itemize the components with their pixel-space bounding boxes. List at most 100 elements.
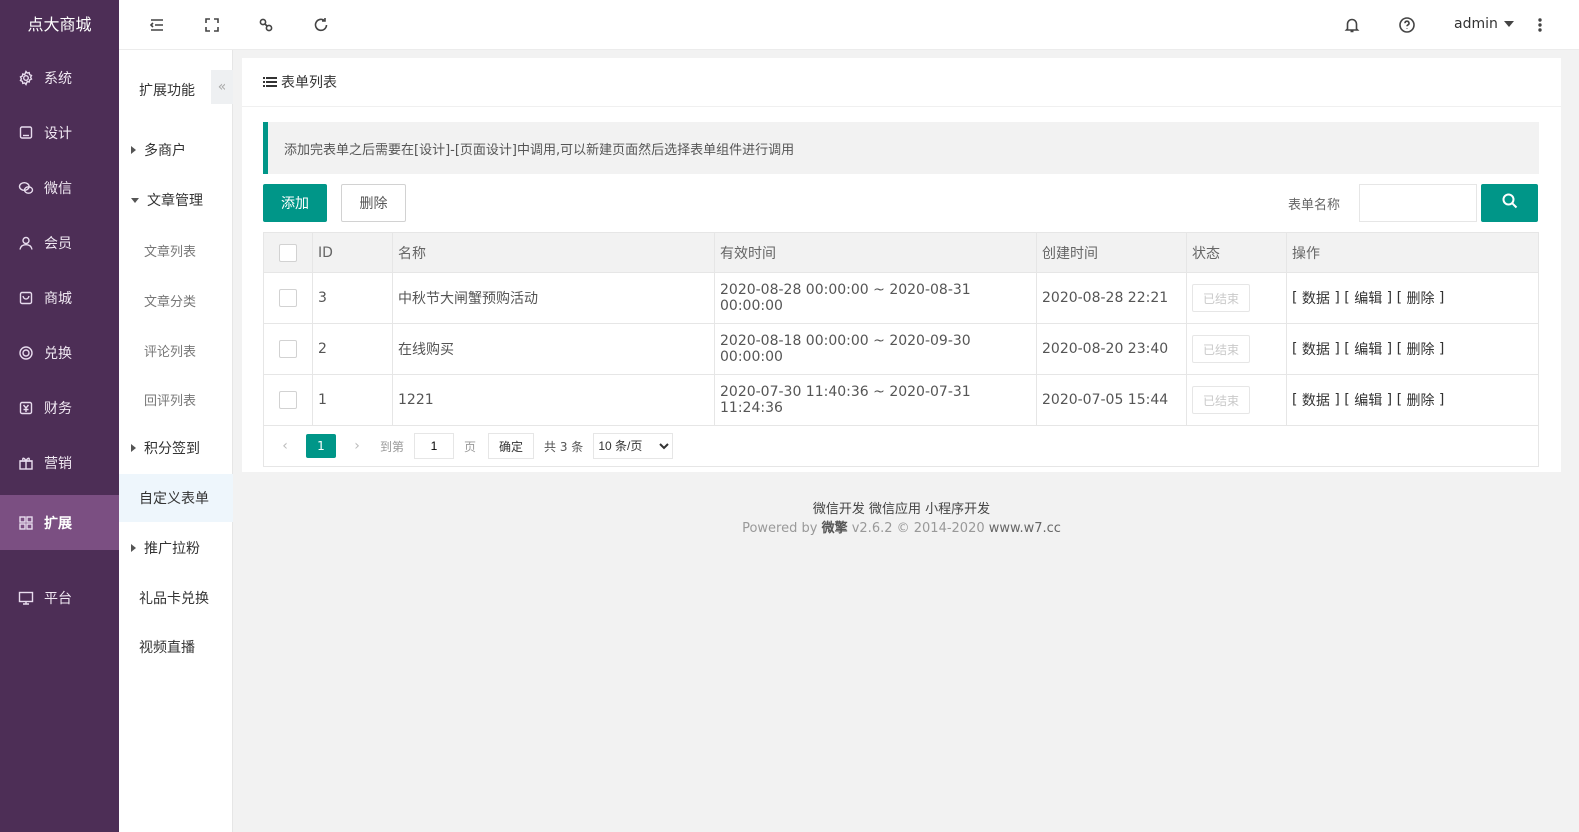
subnav-item-giftcard[interactable]: 礼品卡兑换 — [119, 574, 233, 622]
link-icon[interactable] — [256, 15, 276, 35]
column-header-created-time: 创建时间 — [1037, 233, 1187, 272]
row-checkbox-cell — [264, 375, 313, 425]
edit-link[interactable]: 编辑 — [1354, 288, 1382, 308]
sidebar-item-member[interactable]: 会员 — [0, 215, 119, 270]
subnav-group-signin[interactable]: 积分签到 — [119, 424, 233, 472]
exchange-icon — [18, 345, 34, 361]
sidebar-item-extension[interactable]: 扩展 — [0, 495, 119, 550]
subnav-item-comment-list[interactable]: 评论列表 — [119, 326, 233, 374]
sidebar-item-platform[interactable]: 平台 — [0, 570, 119, 625]
sidebar-item-label: 会员 — [44, 235, 72, 252]
delete-link[interactable]: 删除 — [1406, 390, 1434, 410]
footer-link-wechat-apps[interactable]: 微信应用 — [869, 502, 921, 517]
row-checkbox[interactable] — [279, 391, 297, 409]
caret-right-icon — [131, 544, 136, 552]
subnav-title: 扩展功能 — [139, 83, 195, 99]
cell-status: 已结束 — [1187, 375, 1287, 425]
goto-page-input[interactable] — [414, 433, 455, 459]
row-checkbox-cell — [264, 324, 313, 374]
table-row: 1 1221 2020-07-30 11:40:36 ~ 2020-07-31 … — [264, 375, 1538, 426]
caret-right-icon — [131, 444, 136, 452]
delete-link[interactable]: 删除 — [1406, 288, 1434, 308]
cell-created-time: 2020-08-28 22:21 — [1037, 273, 1187, 323]
row-checkbox[interactable] — [279, 289, 297, 307]
caret-right-icon — [131, 146, 136, 154]
sidebar-item-exchange[interactable]: 兑换 — [0, 325, 119, 380]
subnav-item-custom-form[interactable]: 自定义表单 — [119, 474, 233, 522]
sidebar-item-label: 兑换 — [44, 345, 72, 362]
form-list-card: 表单列表 添加完表单之后需要在[设计]-[页面设计]中调用,可以新建页面然后选择… — [242, 58, 1561, 472]
sidebar-item-design[interactable]: 设计 — [0, 105, 119, 160]
powered-site-link[interactable]: www.w7.cc — [989, 521, 1061, 536]
table-row: 3 中秋节大闸蟹预购活动 2020-08-28 00:00:00 ~ 2020-… — [264, 273, 1538, 324]
subnav-item-live-video[interactable]: 视频直播 — [119, 623, 233, 671]
more-icon[interactable] — [1530, 15, 1550, 35]
bell-icon[interactable] — [1342, 15, 1362, 35]
subnav-group-article[interactable]: 文章管理 — [119, 176, 233, 224]
subnav-label: 推广拉粉 — [144, 541, 200, 557]
select-all-checkbox[interactable] — [279, 243, 297, 262]
search-button[interactable] — [1481, 184, 1538, 222]
user-menu[interactable]: admin — [1454, 16, 1514, 32]
sidebar-item-label: 财务 — [44, 400, 72, 417]
total-count: 共 3 条 — [544, 439, 584, 454]
form-name-search-input[interactable] — [1359, 184, 1477, 222]
search-icon — [1501, 192, 1519, 214]
page-size-select[interactable]: 10 条/页 — [593, 433, 674, 459]
edit-link[interactable]: 编辑 — [1354, 390, 1382, 410]
sidebar-item-shop[interactable]: 商城 — [0, 270, 119, 325]
monitor-icon — [18, 590, 34, 606]
cell-valid-time: 2020-07-30 11:40:36 ~ 2020-07-31 11:24:3… — [715, 375, 1037, 425]
data-link[interactable]: 数据 — [1302, 288, 1330, 308]
sidebar-item-label: 平台 — [44, 590, 72, 607]
table-row: 2 在线购买 2020-08-18 00:00:00 ~ 2020-09-30 … — [264, 324, 1538, 375]
subnav-group-promotion[interactable]: 推广拉粉 — [119, 524, 233, 572]
sidebar-item-label: 扩展 — [44, 515, 72, 532]
add-button[interactable]: 添加 — [263, 184, 327, 222]
collapse-subnav-button[interactable]: « — [211, 70, 233, 104]
shop-icon — [18, 290, 34, 306]
prev-page-button[interactable]: ‹ — [274, 438, 296, 454]
sidebar-item-label: 营销 — [44, 455, 72, 472]
sidebar-item-label: 系统 — [44, 70, 72, 87]
edit-link[interactable]: 编辑 — [1354, 339, 1382, 359]
help-icon[interactable] — [1397, 15, 1417, 35]
form-table: ID 名称 有效时间 创建时间 状态 操作 3 中秋节大闸蟹预购活动 2020-… — [263, 232, 1539, 467]
fullscreen-icon[interactable] — [202, 15, 222, 35]
sub-sidebar: 扩展功能 « 多商户 文章管理 文章列表 文章分类 评论列表 回评列表 积分签到… — [119, 50, 233, 832]
data-link[interactable]: 数据 — [1302, 339, 1330, 359]
sidebar-item-label: 商城 — [44, 290, 72, 307]
row-checkbox[interactable] — [279, 340, 297, 358]
subnav-group-multi-merchant[interactable]: 多商户 — [119, 126, 233, 174]
footer-link-miniprogram-dev[interactable]: 小程序开发 — [925, 502, 990, 517]
header-checkbox-cell — [264, 233, 313, 272]
delete-button[interactable]: 删除 — [341, 184, 406, 222]
cell-id: 2 — [313, 324, 393, 374]
data-link[interactable]: 数据 — [1302, 390, 1330, 410]
cell-created-time: 2020-08-20 23:40 — [1037, 324, 1187, 374]
footer-link-wechat-dev[interactable]: 微信开发 — [813, 502, 865, 517]
subnav-label: 积分签到 — [144, 441, 200, 457]
sidebar-item-wechat[interactable]: 微信 — [0, 160, 119, 215]
menu-fold-icon[interactable] — [147, 15, 167, 35]
cell-name: 1221 — [393, 375, 715, 425]
cell-id: 3 — [313, 273, 393, 323]
next-page-button[interactable]: › — [346, 438, 368, 454]
goto-confirm-button[interactable]: 确定 — [488, 433, 535, 459]
sidebar-item-marketing[interactable]: 营销 — [0, 435, 119, 490]
sidebar-item-system[interactable]: 系统 — [0, 50, 119, 105]
current-page-button[interactable]: 1 — [306, 434, 336, 458]
subnav-item-reply-list[interactable]: 回评列表 — [119, 375, 233, 423]
subnav-item-article-list[interactable]: 文章列表 — [119, 226, 233, 274]
delete-link[interactable]: 删除 — [1406, 339, 1434, 359]
subnav-label: 多商户 — [144, 143, 186, 159]
brand-logo[interactable]: 点大商城 — [0, 0, 119, 50]
row-checkbox-cell — [264, 273, 313, 323]
cell-actions: [ 数据 ] [ 编辑 ] [ 删除 ] — [1292, 390, 1445, 410]
subnav-item-article-category[interactable]: 文章分类 — [119, 276, 233, 324]
wechat-icon — [18, 180, 34, 196]
sidebar-item-finance[interactable]: 财务 — [0, 380, 119, 435]
refresh-icon[interactable] — [311, 15, 331, 35]
column-header-name: 名称 — [393, 233, 715, 272]
powered-version: v2.6.2 © 2014-2020 — [851, 521, 985, 536]
